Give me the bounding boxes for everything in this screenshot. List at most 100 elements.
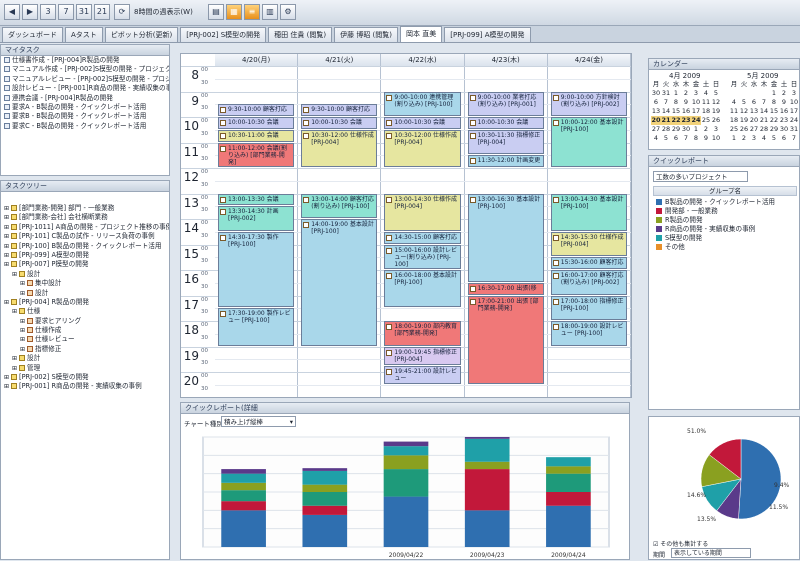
tree-item[interactable]: ⊞ [PRJ-099] A模型の開発	[1, 251, 169, 260]
settings-icon[interactable]: ⚙	[280, 4, 296, 20]
date-cell[interactable]: 8	[769, 98, 779, 107]
date-cell[interactable]: 3	[789, 89, 799, 98]
date-cell[interactable]: 8	[691, 134, 701, 143]
calendar-event[interactable]: 17:00-18:00 指標修正 [PRJ-100]	[550, 295, 627, 320]
date-cell[interactable]: 27	[749, 125, 759, 134]
date-cell[interactable]: 5	[769, 134, 779, 143]
calendar-event[interactable]: 10:30-12:00 仕様作成 [PRJ-004]	[301, 129, 378, 167]
mytask-item[interactable]: 要求A - B製品の開発 - クイックレポート活用	[1, 103, 169, 112]
date-cell[interactable]: 17	[789, 107, 799, 116]
calendar-event[interactable]: 19:45-21:00 設計レビュー	[384, 365, 461, 384]
month-view-button[interactable]: 31	[76, 4, 92, 20]
date-cell[interactable]: 12	[739, 107, 749, 116]
expand-icon[interactable]: ⊞	[12, 354, 19, 363]
date-cell[interactable]: 10	[691, 98, 701, 107]
expand-icon[interactable]: ⊞	[4, 204, 11, 213]
tree-item[interactable]: ⊞ [PRJ-004] R製品の開発	[1, 298, 169, 307]
period-select[interactable]: 表示している期間	[671, 548, 751, 558]
date-cell[interactable]: 6	[671, 134, 681, 143]
group-item[interactable]: S模型の開発	[653, 234, 797, 243]
date-cell[interactable]: 12	[711, 98, 721, 107]
calendar-event[interactable]: 13:00-13:30 会議	[218, 193, 295, 206]
date-cell[interactable]: 1	[729, 134, 739, 143]
expand-icon[interactable]: ⊞	[4, 382, 11, 391]
date-cell[interactable]: 28	[759, 125, 769, 134]
calendar-event[interactable]: 14:30-15:00 顧客打応	[384, 231, 461, 244]
date-cell[interactable]: 3	[749, 134, 759, 143]
tab-3[interactable]: [PRJ-002] S模型の開発	[180, 27, 267, 42]
expand-icon[interactable]: ⊞	[4, 232, 11, 241]
group-item[interactable]: R製品の開発	[653, 216, 797, 225]
group-type-select[interactable]: 工数の多いプロジェクト	[653, 171, 748, 182]
calendar-event[interactable]: 13:00-16:30 基本設計 [PRJ-100]	[467, 193, 544, 282]
tree-item[interactable]: ⊞ 仕様作成	[1, 326, 169, 335]
list-icon[interactable]: ≡	[244, 4, 260, 20]
tree-item[interactable]: ⊞ [PRJ-100] B製品の開発 - クイックレポート活用	[1, 242, 169, 251]
date-cell[interactable]: 28	[661, 125, 671, 134]
date-cell[interactable]: 25	[701, 116, 711, 125]
date-cell[interactable]: 18	[701, 107, 711, 116]
calendar-event[interactable]: 15:30-16:00 顧客打応	[550, 257, 627, 269]
date-cell[interactable]: 6	[749, 98, 759, 107]
expand-icon[interactable]: ⊞	[4, 213, 11, 222]
calendar-event[interactable]: 9:00-10:00 連携管理(割り込み) [PRJ-100]	[384, 91, 461, 116]
group-item[interactable]: その他	[653, 243, 797, 252]
date-cell[interactable]: 7	[789, 134, 799, 143]
calendar-event[interactable]: 10:00-10:30 会議	[301, 117, 378, 129]
date-cell[interactable]: 10	[789, 98, 799, 107]
date-cell[interactable]: 5	[711, 89, 721, 98]
expand-icon[interactable]: ⊞	[12, 307, 19, 316]
expand-icon[interactable]: ⊞	[12, 364, 19, 373]
date-cell[interactable]: 26	[739, 125, 749, 134]
calendar-event[interactable]: 18:00-19:00 部内教育 [部門業務-開発]	[384, 321, 461, 346]
calendar-event[interactable]: 13:30-14:30 計画 [PRJ-002]	[218, 206, 295, 231]
date-cell[interactable]: 19	[739, 116, 749, 125]
calendar-event[interactable]: 14:30-15:30 仕様作成 [PRJ-004]	[550, 231, 627, 257]
tab-6[interactable]: 岡本 直美	[400, 26, 443, 42]
date-cell[interactable]: 1	[671, 89, 681, 98]
tab-0[interactable]: ダッシュボード	[2, 27, 63, 42]
date-cell[interactable]: 24	[691, 116, 701, 125]
date-cell[interactable]: 4	[701, 89, 711, 98]
expand-icon[interactable]: ⊞	[4, 373, 11, 382]
date-cell[interactable]	[759, 89, 769, 98]
tab-1[interactable]: Aタスト	[65, 27, 103, 42]
expand-icon[interactable]: ⊞	[4, 242, 11, 251]
calendar-event[interactable]: 11:30-12:00 計画変更	[467, 155, 544, 167]
date-cell[interactable]: 21	[759, 116, 769, 125]
date-cell[interactable]: 13	[749, 107, 759, 116]
tree-item[interactable]: ⊞ [部門業務-会社] 会社横断業務	[1, 213, 169, 222]
calendar-event[interactable]: 10:30-11:30 指標修正 [PRJ-004]	[467, 129, 544, 155]
calendar-event[interactable]: 17:00-21:00 出張 [部門業務-開発]	[467, 295, 544, 384]
mytask-item[interactable]: 要求C - B製品の開発 - クイックレポート活用	[1, 122, 169, 131]
date-cell[interactable]: 15	[769, 107, 779, 116]
date-cell[interactable]: 4	[651, 134, 661, 143]
tree-item[interactable]: ⊞ [部門業務-開発] 部門 - 一般業務	[1, 204, 169, 213]
refresh-icon[interactable]: ⟳	[114, 4, 130, 20]
chart-type-select[interactable]: 積み上げ縦棒 ▾	[221, 416, 296, 427]
date-cell[interactable]: 7	[681, 134, 691, 143]
expand-icon[interactable]: ⊞	[20, 317, 27, 326]
tree-item[interactable]: ⊞ [PRJ-007] P模型の開発	[1, 260, 169, 269]
day-header[interactable]: 4/20(月)	[215, 54, 299, 66]
date-cell[interactable]: 6	[779, 134, 789, 143]
tree-item[interactable]: ⊞ 設計	[1, 354, 169, 363]
date-cell[interactable]: 20	[749, 116, 759, 125]
date-cell[interactable]: 2	[739, 134, 749, 143]
tree-item[interactable]: ⊞ [PRJ-101] C製品の試作 - リリース負荷の事例	[1, 232, 169, 241]
chart-icon[interactable]: ▥	[262, 4, 278, 20]
expand-icon[interactable]: ⊞	[4, 298, 11, 307]
tree-item[interactable]: ⊞ 仕様	[1, 307, 169, 316]
group-item[interactable]: R商品の開発 - 実績収集の事例	[653, 225, 797, 234]
calendar-event[interactable]: 14:30-17:30 製作 [PRJ-100]	[218, 231, 295, 308]
calendar-event[interactable]: 9:30-10:00 顧客打応	[218, 104, 295, 116]
calendar-event[interactable]: 10:00-10:30 会議	[218, 117, 295, 129]
mytask-item[interactable]: 設計レビュー - [PRJ-001]R商品の開発 - 実績収集の事例	[1, 84, 169, 93]
date-cell[interactable]: 29	[769, 125, 779, 134]
date-cell[interactable]: 9	[681, 98, 691, 107]
tree-item[interactable]: ⊞ [PRJ-002] S模型の開発	[1, 373, 169, 382]
calendar-event[interactable]: 10:00-10:30 会議	[384, 117, 461, 129]
date-cell[interactable]: 6	[651, 98, 661, 107]
date-cell[interactable]: 11	[701, 98, 711, 107]
expand-icon[interactable]: ⊞	[20, 326, 27, 335]
